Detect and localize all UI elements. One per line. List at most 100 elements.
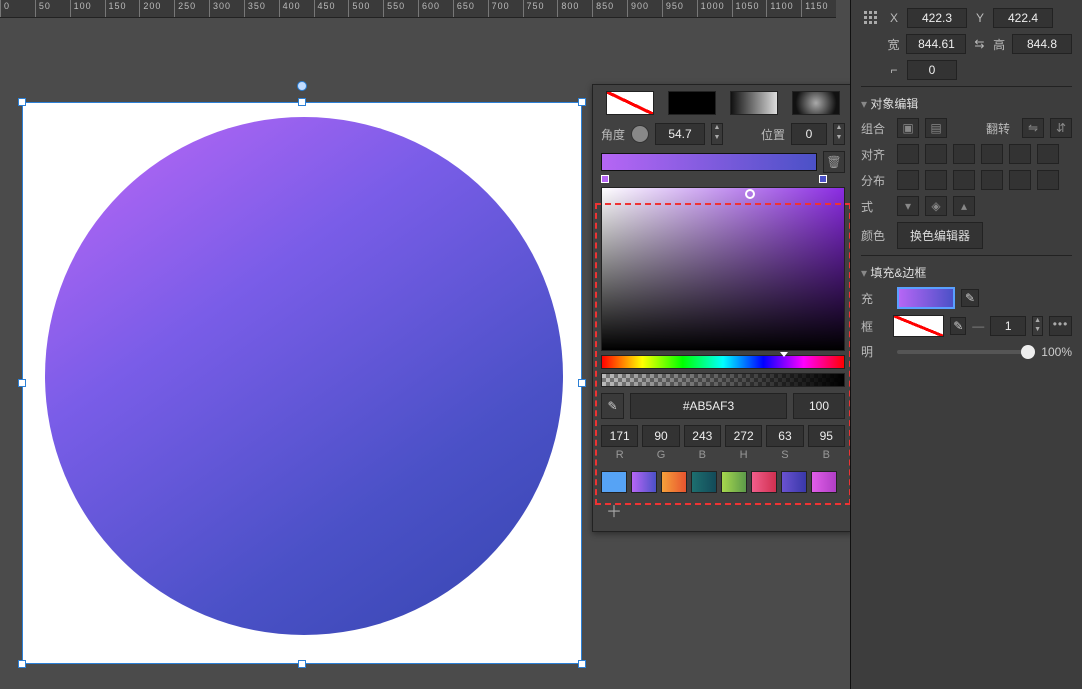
saturation-value-picker[interactable]	[601, 187, 845, 351]
color-g-label: G	[657, 449, 666, 461]
swatch-2[interactable]	[661, 471, 687, 493]
alpha-slider[interactable]	[601, 373, 845, 387]
resize-handle-n[interactable]	[298, 98, 306, 106]
fill-type-none[interactable]	[606, 91, 654, 115]
ruler-tick: 1000	[697, 0, 698, 18]
color-s-input[interactable]	[766, 425, 803, 447]
opacity-slider-thumb[interactable]	[1021, 345, 1035, 359]
layer-middle-button[interactable]: ◈	[925, 196, 947, 216]
color-h-input[interactable]	[725, 425, 762, 447]
ref-point-grid[interactable]	[861, 10, 881, 26]
hex-input[interactable]	[630, 393, 787, 419]
gradient-stop-end[interactable]	[819, 175, 827, 183]
align-right-button[interactable]	[953, 144, 975, 164]
ruler-tick: 450	[314, 0, 315, 18]
color-opacity-input[interactable]	[793, 393, 845, 419]
color-g-input[interactable]	[642, 425, 679, 447]
color-b-input[interactable]	[684, 425, 721, 447]
dist-v-bottom-button[interactable]	[1037, 170, 1059, 190]
combine-union-button[interactable]: ▣	[897, 118, 919, 138]
aspect-lock-icon[interactable]: ⇆	[972, 37, 986, 51]
section-object-edit[interactable]: 对象编辑	[861, 86, 1072, 118]
resize-handle-w[interactable]	[18, 379, 26, 387]
ruler-tick: 900	[627, 0, 628, 18]
delete-stop-button[interactable]: 🗑	[823, 151, 845, 173]
ruler-tick: 400	[279, 0, 280, 18]
fill-swatch[interactable]	[897, 287, 955, 309]
dist-v-top-button[interactable]	[981, 170, 1003, 190]
ruler-tick: 500	[348, 0, 349, 18]
dist-h-center-button[interactable]	[925, 170, 947, 190]
layer-up-button[interactable]: ▴	[953, 196, 975, 216]
distribute-label: 分布	[861, 172, 891, 189]
ruler-horizontal[interactable]: 0501001502002503003504004505005506006507…	[0, 0, 836, 18]
resize-handle-sw[interactable]	[18, 660, 26, 668]
ruler-tick: 950	[662, 0, 663, 18]
angle-dial[interactable]	[631, 125, 649, 143]
position-input[interactable]	[791, 123, 827, 145]
ruler-tick: 650	[453, 0, 454, 18]
rotation-input[interactable]	[907, 60, 957, 80]
color-editor-button[interactable]: 换色编辑器	[897, 222, 983, 249]
swatch-1[interactable]	[631, 471, 657, 493]
sv-cursor	[745, 189, 755, 199]
gradient-preview-row: 🗑	[601, 151, 845, 173]
dist-v-center-button[interactable]	[1009, 170, 1031, 190]
flip-v-button[interactable]: ⇵	[1050, 118, 1072, 138]
swatch-4[interactable]	[721, 471, 747, 493]
color-b2-input[interactable]	[808, 425, 845, 447]
x-input[interactable]	[907, 8, 967, 28]
resize-handle-ne[interactable]	[578, 98, 586, 106]
resize-handle-s[interactable]	[298, 660, 306, 668]
y-input[interactable]	[993, 8, 1053, 28]
stroke-more-button[interactable]: •••	[1049, 316, 1072, 336]
stroke-width-spinner[interactable]: ▲▼	[1032, 316, 1043, 336]
angle-spinner[interactable]: ▲▼	[711, 123, 723, 145]
fill-type-linear[interactable]	[730, 91, 778, 115]
resize-handle-e[interactable]	[578, 379, 586, 387]
stroke-eyedropper-button[interactable]: ✎	[950, 317, 966, 335]
ruler-tick: 200	[139, 0, 140, 18]
align-bottom-button[interactable]	[1037, 144, 1059, 164]
gradient-preview[interactable]	[601, 153, 817, 171]
angle-input[interactable]	[655, 123, 705, 145]
flip-h-button[interactable]: ⇋	[1022, 118, 1044, 138]
section-fill-stroke[interactable]: 填充&边框	[861, 255, 1072, 287]
width-input[interactable]	[906, 34, 966, 54]
align-top-button[interactable]	[981, 144, 1003, 164]
align-left-button[interactable]	[897, 144, 919, 164]
swatch-0[interactable]	[601, 471, 627, 493]
color-label: 颜色	[861, 227, 891, 244]
rotate-handle[interactable]	[297, 81, 307, 91]
dist-h-right-button[interactable]	[953, 170, 975, 190]
swatch-7[interactable]	[811, 471, 837, 493]
swatch-3[interactable]	[691, 471, 717, 493]
swatch-5[interactable]	[751, 471, 777, 493]
fill-type-solid[interactable]	[668, 91, 716, 115]
stroke-width-input[interactable]	[990, 316, 1026, 336]
swatch-6[interactable]	[781, 471, 807, 493]
hue-slider[interactable]	[601, 355, 845, 369]
gradient-stop-start[interactable]	[601, 175, 609, 183]
color-r-input[interactable]	[601, 425, 638, 447]
ruler-tick: 350	[244, 0, 245, 18]
gradient-stops-rail[interactable]	[601, 175, 845, 185]
add-swatch-button[interactable]: ＋	[601, 499, 627, 521]
gradient-ellipse[interactable]	[45, 117, 563, 635]
opacity-slider[interactable]	[897, 350, 1035, 354]
position-spinner[interactable]: ▲▼	[833, 123, 845, 145]
align-hcenter-button[interactable]	[925, 144, 947, 164]
resize-handle-se[interactable]	[578, 660, 586, 668]
x-label: X	[887, 11, 901, 25]
combine-subtract-button[interactable]: ▤	[925, 118, 947, 138]
fill-type-radial[interactable]	[792, 91, 840, 115]
resize-handle-nw[interactable]	[18, 98, 26, 106]
height-input[interactable]	[1012, 34, 1072, 54]
align-vcenter-button[interactable]	[1009, 144, 1031, 164]
stroke-swatch[interactable]	[893, 315, 944, 337]
fill-eyedropper-button[interactable]: ✎	[961, 289, 979, 307]
layer-down-button[interactable]: ▾	[897, 196, 919, 216]
rotation-icon: ⌐	[887, 63, 901, 77]
dist-h-left-button[interactable]	[897, 170, 919, 190]
eyedropper-button[interactable]: ✎	[601, 393, 624, 419]
